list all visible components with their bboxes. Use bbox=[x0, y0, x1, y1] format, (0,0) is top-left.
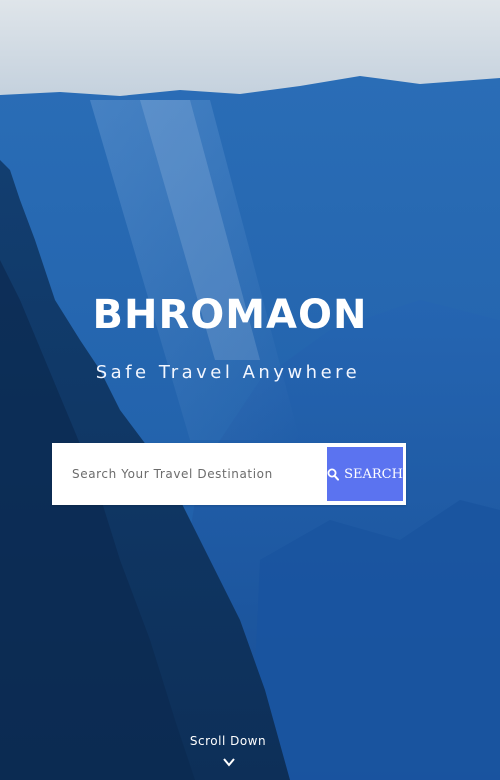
search-input[interactable] bbox=[52, 443, 322, 505]
hero-background bbox=[0, 0, 500, 780]
tagline: Safe Travel Anywhere bbox=[95, 362, 361, 383]
search-bar: SEARCH bbox=[52, 443, 406, 505]
mountain-landscape-image bbox=[0, 0, 500, 780]
search-button-label: SEARCH bbox=[344, 466, 403, 482]
search-button[interactable]: SEARCH bbox=[327, 447, 403, 501]
scroll-down-label[interactable]: Scroll Down bbox=[0, 734, 456, 748]
chevron-down-icon[interactable] bbox=[222, 756, 236, 768]
search-icon bbox=[327, 468, 340, 481]
brand-title: BHROMAON bbox=[92, 292, 368, 338]
